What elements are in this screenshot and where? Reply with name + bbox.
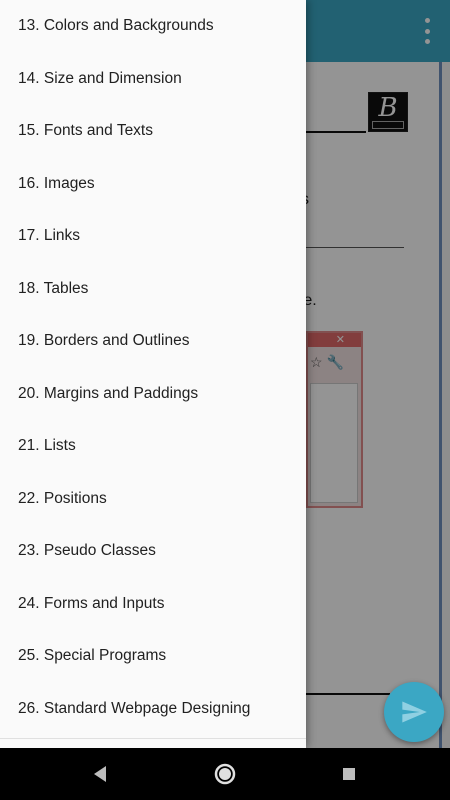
system-navigation-bar xyxy=(0,748,450,800)
home-button[interactable] xyxy=(213,762,237,786)
home-icon xyxy=(214,763,236,785)
drawer-item-tables[interactable]: 18. Tables xyxy=(0,263,306,316)
drawer-divider xyxy=(0,738,306,739)
drawer-item-pseudo-classes[interactable]: 23. Pseudo Classes xyxy=(0,525,306,578)
drawer-item-fonts-and-texts[interactable]: 15. Fonts and Texts xyxy=(0,105,306,158)
send-icon xyxy=(402,701,427,723)
drawer-item-special-programs[interactable]: 25. Special Programs xyxy=(0,630,306,683)
drawer-item-forms-and-inputs[interactable]: 24. Forms and Inputs xyxy=(0,578,306,631)
drawer-list: 13. Colors and Backgrounds 14. Size and … xyxy=(0,0,306,735)
send-fab-button[interactable] xyxy=(384,682,444,742)
drawer-item-size-and-dimension[interactable]: 14. Size and Dimension xyxy=(0,53,306,106)
recent-apps-button[interactable] xyxy=(337,762,361,786)
drawer-item-standard-webpage-designing[interactable]: 26. Standard Webpage Designing xyxy=(0,683,306,736)
recent-apps-icon xyxy=(343,768,355,780)
drawer-item-links[interactable]: 17. Links xyxy=(0,210,306,263)
drawer-item-lists[interactable]: 21. Lists xyxy=(0,420,306,473)
back-button[interactable] xyxy=(88,762,112,786)
navigation-drawer: 13. Colors and Backgrounds 14. Size and … xyxy=(0,0,306,748)
drawer-item-margins-and-paddings[interactable]: 20. Margins and Paddings xyxy=(0,368,306,421)
drawer-item-positions[interactable]: 22. Positions xyxy=(0,473,306,526)
drawer-item-colors-and-backgrounds[interactable]: 13. Colors and Backgrounds xyxy=(0,0,306,53)
drawer-item-images[interactable]: 16. Images xyxy=(0,158,306,211)
drawer-item-borders-and-outlines[interactable]: 19. Borders and Outlines xyxy=(0,315,306,368)
back-icon xyxy=(94,766,106,782)
